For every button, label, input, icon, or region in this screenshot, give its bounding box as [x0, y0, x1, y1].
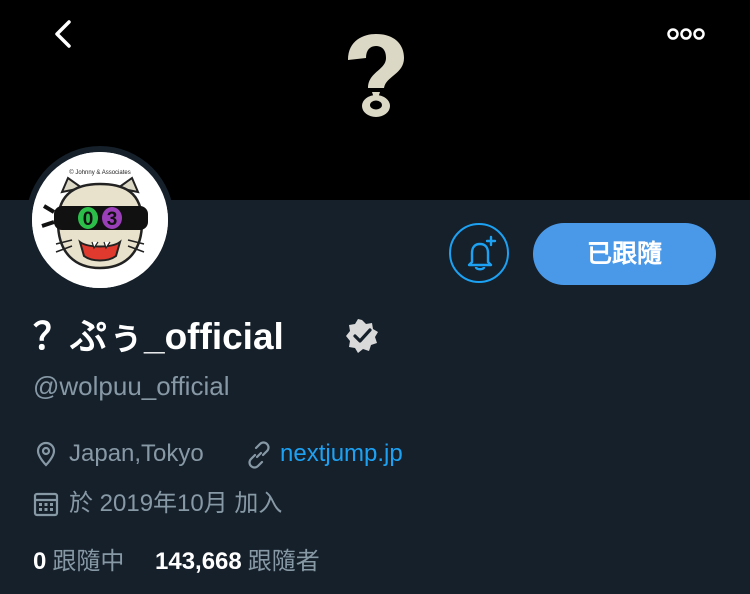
bell-plus-icon [467, 235, 497, 271]
chevron-left-icon [55, 20, 71, 48]
verified-badge-icon [346, 319, 378, 353]
followers-stat[interactable]: 143,668 跟隨者 [155, 544, 320, 580]
link-icon [248, 441, 270, 469]
display-name: ？ぷぅ_official [33, 316, 284, 357]
followers-count: 143,668 [155, 548, 242, 575]
cat-mask-avatar: © Johnny & Associates 0 3 [32, 152, 168, 288]
followers-label: 跟隨者 [247, 548, 320, 575]
more-options-button[interactable] [662, 20, 710, 48]
following-count: 0 [33, 548, 47, 575]
website-link[interactable]: nextjump.jp [280, 436, 403, 472]
svg-text:© Johnny & Associates: © Johnny & Associates [69, 169, 130, 176]
following-stat[interactable]: 0 跟隨中 [33, 544, 124, 580]
following-label: 跟隨中 [52, 548, 125, 575]
location-pin-icon [36, 441, 56, 467]
back-button[interactable] [44, 16, 84, 56]
user-handle: @wolpuu_official [33, 371, 230, 401]
calendar-icon [33, 492, 59, 517]
following-button[interactable]: 已跟隨 [533, 223, 716, 285]
svg-text:3: 3 [107, 209, 118, 230]
question-mark-logo [348, 34, 404, 117]
svg-text:0: 0 [83, 209, 94, 230]
location-text: Japan,Tokyo [69, 440, 204, 467]
ellipsis-icon [667, 28, 705, 40]
notifications-button[interactable] [449, 223, 509, 283]
avatar[interactable]: © Johnny & Associates 0 3 [32, 152, 168, 288]
joined-date: 於 2019年10月 加入 [69, 490, 283, 517]
